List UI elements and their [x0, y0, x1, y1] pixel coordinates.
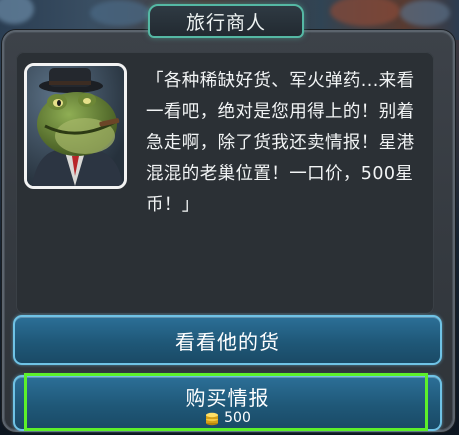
view-goods-button[interactable]: 看看他的货	[13, 315, 442, 365]
price-row: 500	[15, 410, 440, 426]
background-decoration	[400, 0, 450, 26]
frog-merchant-portrait-icon	[27, 66, 124, 186]
coin-stack-icon	[206, 412, 219, 426]
dialog-title: 旅行商人	[185, 11, 266, 34]
dialog-title-tab: 旅行商人	[148, 4, 304, 38]
merchant-dialog: 「各种稀缺好货、军火弹药...来看一看吧，绝对是您用得上的！别着急走啊，除了货我…	[2, 30, 455, 432]
buy-intel-button[interactable]: 购买情报 500	[13, 375, 442, 431]
game-screen: 「各种稀缺好货、军火弹药...来看一看吧，绝对是您用得上的！别着急走啊，除了货我…	[0, 0, 459, 435]
price-value: 500	[224, 410, 251, 426]
merchant-dialog-text: 「各种稀缺好货、军火弹药...来看一看吧，绝对是您用得上的！别着急走啊，除了货我…	[146, 71, 415, 215]
view-goods-label: 看看他的货	[175, 329, 280, 354]
dialog-content-panel: 「各种稀缺好货、军火弹药...来看一看吧，绝对是您用得上的！别着急走啊，除了货我…	[16, 52, 434, 314]
merchant-portrait	[24, 63, 127, 189]
buy-intel-label: 购买情报	[185, 386, 270, 410]
background-decoration	[90, 0, 150, 26]
